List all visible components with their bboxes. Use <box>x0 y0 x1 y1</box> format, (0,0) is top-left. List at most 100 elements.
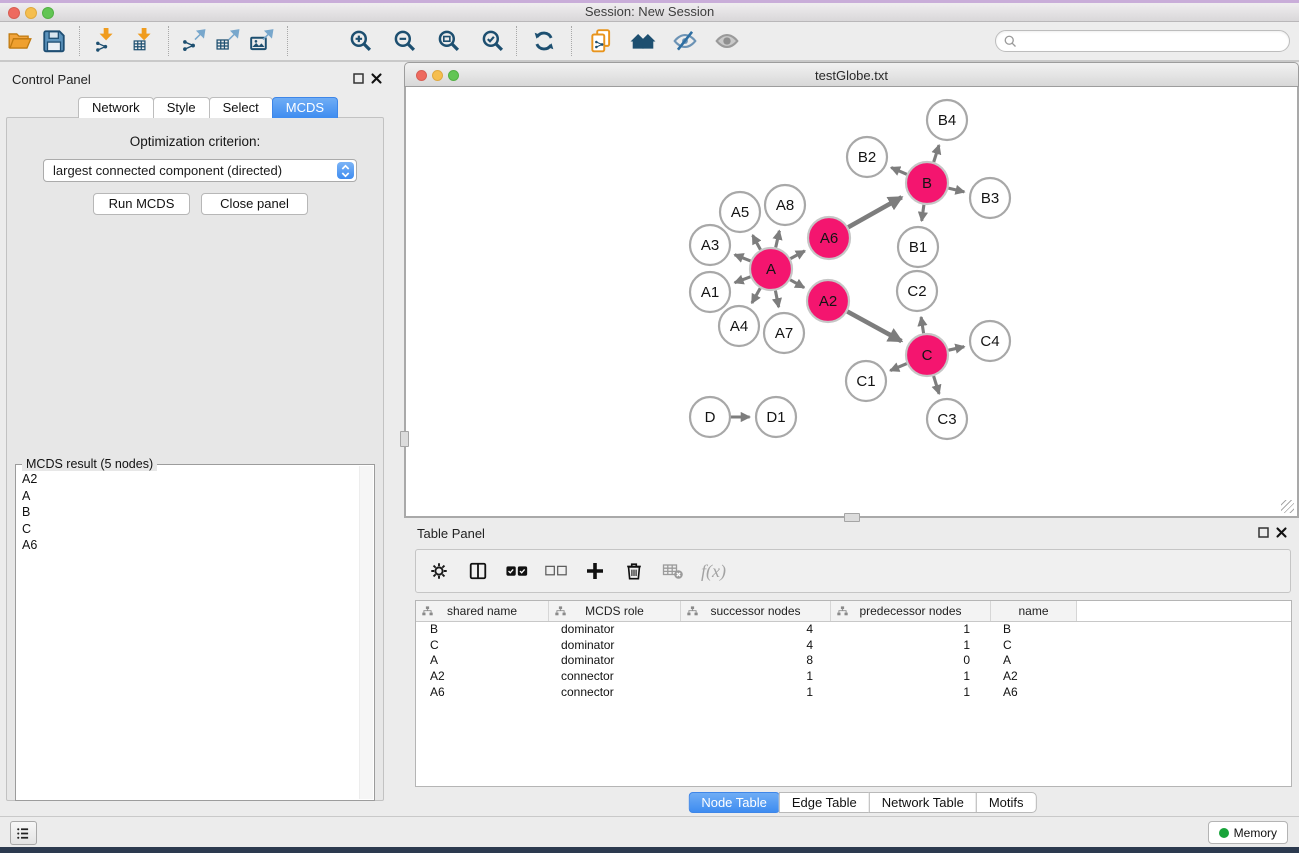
node-table[interactable]: shared nameMCDS rolesuccessor nodesprede… <box>415 600 1292 787</box>
select-all-icon[interactable] <box>506 560 528 582</box>
network-window-titlebar[interactable]: testGlobe.txt <box>404 62 1299 87</box>
table-cell[interactable]: connector <box>549 669 681 685</box>
resize-grip[interactable] <box>1281 500 1294 513</box>
edge-A-A7[interactable] <box>775 291 778 308</box>
edge-B-B3[interactable] <box>948 188 964 192</box>
eye-icon[interactable] <box>714 28 740 54</box>
export-network-icon[interactable] <box>181 28 207 54</box>
node-A1[interactable]: A1 <box>690 272 730 312</box>
tab-network[interactable]: Network <box>78 97 154 118</box>
node-C4[interactable]: C4 <box>970 321 1010 361</box>
table-cell[interactable]: 4 <box>681 622 831 638</box>
mcds-result-item[interactable]: A6 <box>22 537 358 554</box>
edge-B-B4[interactable] <box>934 145 939 162</box>
node-C1[interactable]: C1 <box>846 361 886 401</box>
task-history-button[interactable] <box>10 821 37 845</box>
edge-A2-C[interactable] <box>847 312 901 342</box>
edge-B-B2[interactable] <box>891 168 907 175</box>
zoom-out-icon[interactable] <box>392 28 418 54</box>
import-table-icon[interactable] <box>130 28 156 54</box>
zoom-fit-icon[interactable] <box>436 28 462 54</box>
panel-divider-grip-left[interactable] <box>400 431 409 447</box>
node-A8[interactable]: A8 <box>765 185 805 225</box>
mcds-result-item[interactable]: C <box>22 521 358 538</box>
table-cell[interactable]: 8 <box>681 653 831 669</box>
table-cell[interactable]: A2 <box>991 669 1077 685</box>
mcds-result-item[interactable]: A2 <box>22 471 358 488</box>
table-cell[interactable]: 4 <box>681 638 831 654</box>
node-B1[interactable]: B1 <box>898 227 938 267</box>
node-D[interactable]: D <box>690 397 730 437</box>
tab-edge-table[interactable]: Edge Table <box>779 792 870 813</box>
edge-A-A2[interactable] <box>790 280 804 288</box>
edge-B-B1[interactable] <box>922 205 924 221</box>
search-input[interactable] <box>1018 32 1289 50</box>
mcds-result-scrollbar[interactable] <box>359 466 373 799</box>
run-mcds-button[interactable]: Run MCDS <box>93 193 190 215</box>
table-cell[interactable]: C <box>991 638 1077 654</box>
node-A4[interactable]: A4 <box>719 306 759 346</box>
criterion-select[interactable]: largest connected component (directed) <box>43 159 357 182</box>
mcds-result-item[interactable]: A <box>22 488 358 505</box>
table-cell[interactable]: dominator <box>549 622 681 638</box>
node-B3[interactable]: B3 <box>970 178 1010 218</box>
create-column-plus-icon[interactable] <box>584 560 606 582</box>
tab-style[interactable]: Style <box>153 97 210 118</box>
table-cell[interactable]: 1 <box>681 669 831 685</box>
edge-A-A1[interactable] <box>735 277 751 283</box>
node-A7[interactable]: A7 <box>764 313 804 353</box>
table-cell[interactable]: 0 <box>831 653 991 669</box>
node-C2[interactable]: C2 <box>897 271 937 311</box>
edge-A-A5[interactable] <box>753 235 761 250</box>
import-network-icon[interactable] <box>92 28 118 54</box>
node-C3[interactable]: C3 <box>927 399 967 439</box>
table-row[interactable]: A6connector11A6 <box>416 685 1291 701</box>
table-cell[interactable]: A6 <box>416 685 549 701</box>
zoom-in-icon[interactable] <box>348 28 374 54</box>
node-C[interactable]: C <box>906 334 948 376</box>
close-table-panel-icon[interactable] <box>1276 527 1287 538</box>
eye-slash-icon[interactable] <box>672 28 698 54</box>
tab-select[interactable]: Select <box>209 97 273 118</box>
node-B2[interactable]: B2 <box>847 137 887 177</box>
column-header-shared-name[interactable]: shared name <box>416 601 549 621</box>
tab-motifs[interactable]: Motifs <box>976 792 1037 813</box>
edge-A-A3[interactable] <box>735 255 751 261</box>
zoom-selected-icon[interactable] <box>480 28 506 54</box>
memory-button[interactable]: Memory <box>1208 821 1288 844</box>
table-cell[interactable]: A6 <box>991 685 1077 701</box>
table-cell[interactable]: 1 <box>831 638 991 654</box>
network-canvas[interactable]: B4B2BB3A8A5A6A3B1AA1C2A2A4A7C4CC1C3DD1 <box>404 87 1299 518</box>
close-panel-button[interactable]: Close panel <box>201 193 308 215</box>
node-D1[interactable]: D1 <box>756 397 796 437</box>
tab-node-table[interactable]: Node Table <box>688 792 780 813</box>
table-row[interactable]: Adominator80A <box>416 653 1291 669</box>
column-header-successor-nodes[interactable]: successor nodes <box>681 601 831 621</box>
column-header-MCDS-role[interactable]: MCDS role <box>549 601 681 621</box>
table-cell[interactable]: A <box>991 653 1077 669</box>
table-cell[interactable]: 1 <box>831 685 991 701</box>
table-row[interactable]: A2connector11A2 <box>416 669 1291 685</box>
edge-A6-B[interactable] <box>848 197 902 227</box>
table-cell[interactable]: B <box>991 622 1077 638</box>
edge-A-A4[interactable] <box>752 288 760 303</box>
function-builder-icon[interactable]: f(x) <box>701 561 726 582</box>
save-session-icon[interactable] <box>41 28 67 54</box>
edge-A-A8[interactable] <box>776 231 780 248</box>
refresh-icon[interactable] <box>531 28 557 54</box>
deselect-all-icon[interactable] <box>545 560 567 582</box>
node-A5[interactable]: A5 <box>720 192 760 232</box>
float-table-panel-icon[interactable] <box>1258 527 1269 538</box>
tab-mcds[interactable]: MCDS <box>272 97 338 118</box>
mcds-result-list[interactable]: A2ABCA6 <box>17 471 358 799</box>
edge-A-A6[interactable] <box>790 251 804 259</box>
table-settings-gear-icon[interactable] <box>428 560 450 582</box>
table-cell[interactable]: 1 <box>831 622 991 638</box>
table-cell[interactable]: A <box>416 653 549 669</box>
node-B[interactable]: B <box>906 162 948 204</box>
close-panel-icon[interactable] <box>371 73 382 84</box>
table-cell[interactable]: dominator <box>549 653 681 669</box>
table-cell[interactable]: 1 <box>831 669 991 685</box>
node-B4[interactable]: B4 <box>927 100 967 140</box>
table-cell[interactable]: 1 <box>681 685 831 701</box>
